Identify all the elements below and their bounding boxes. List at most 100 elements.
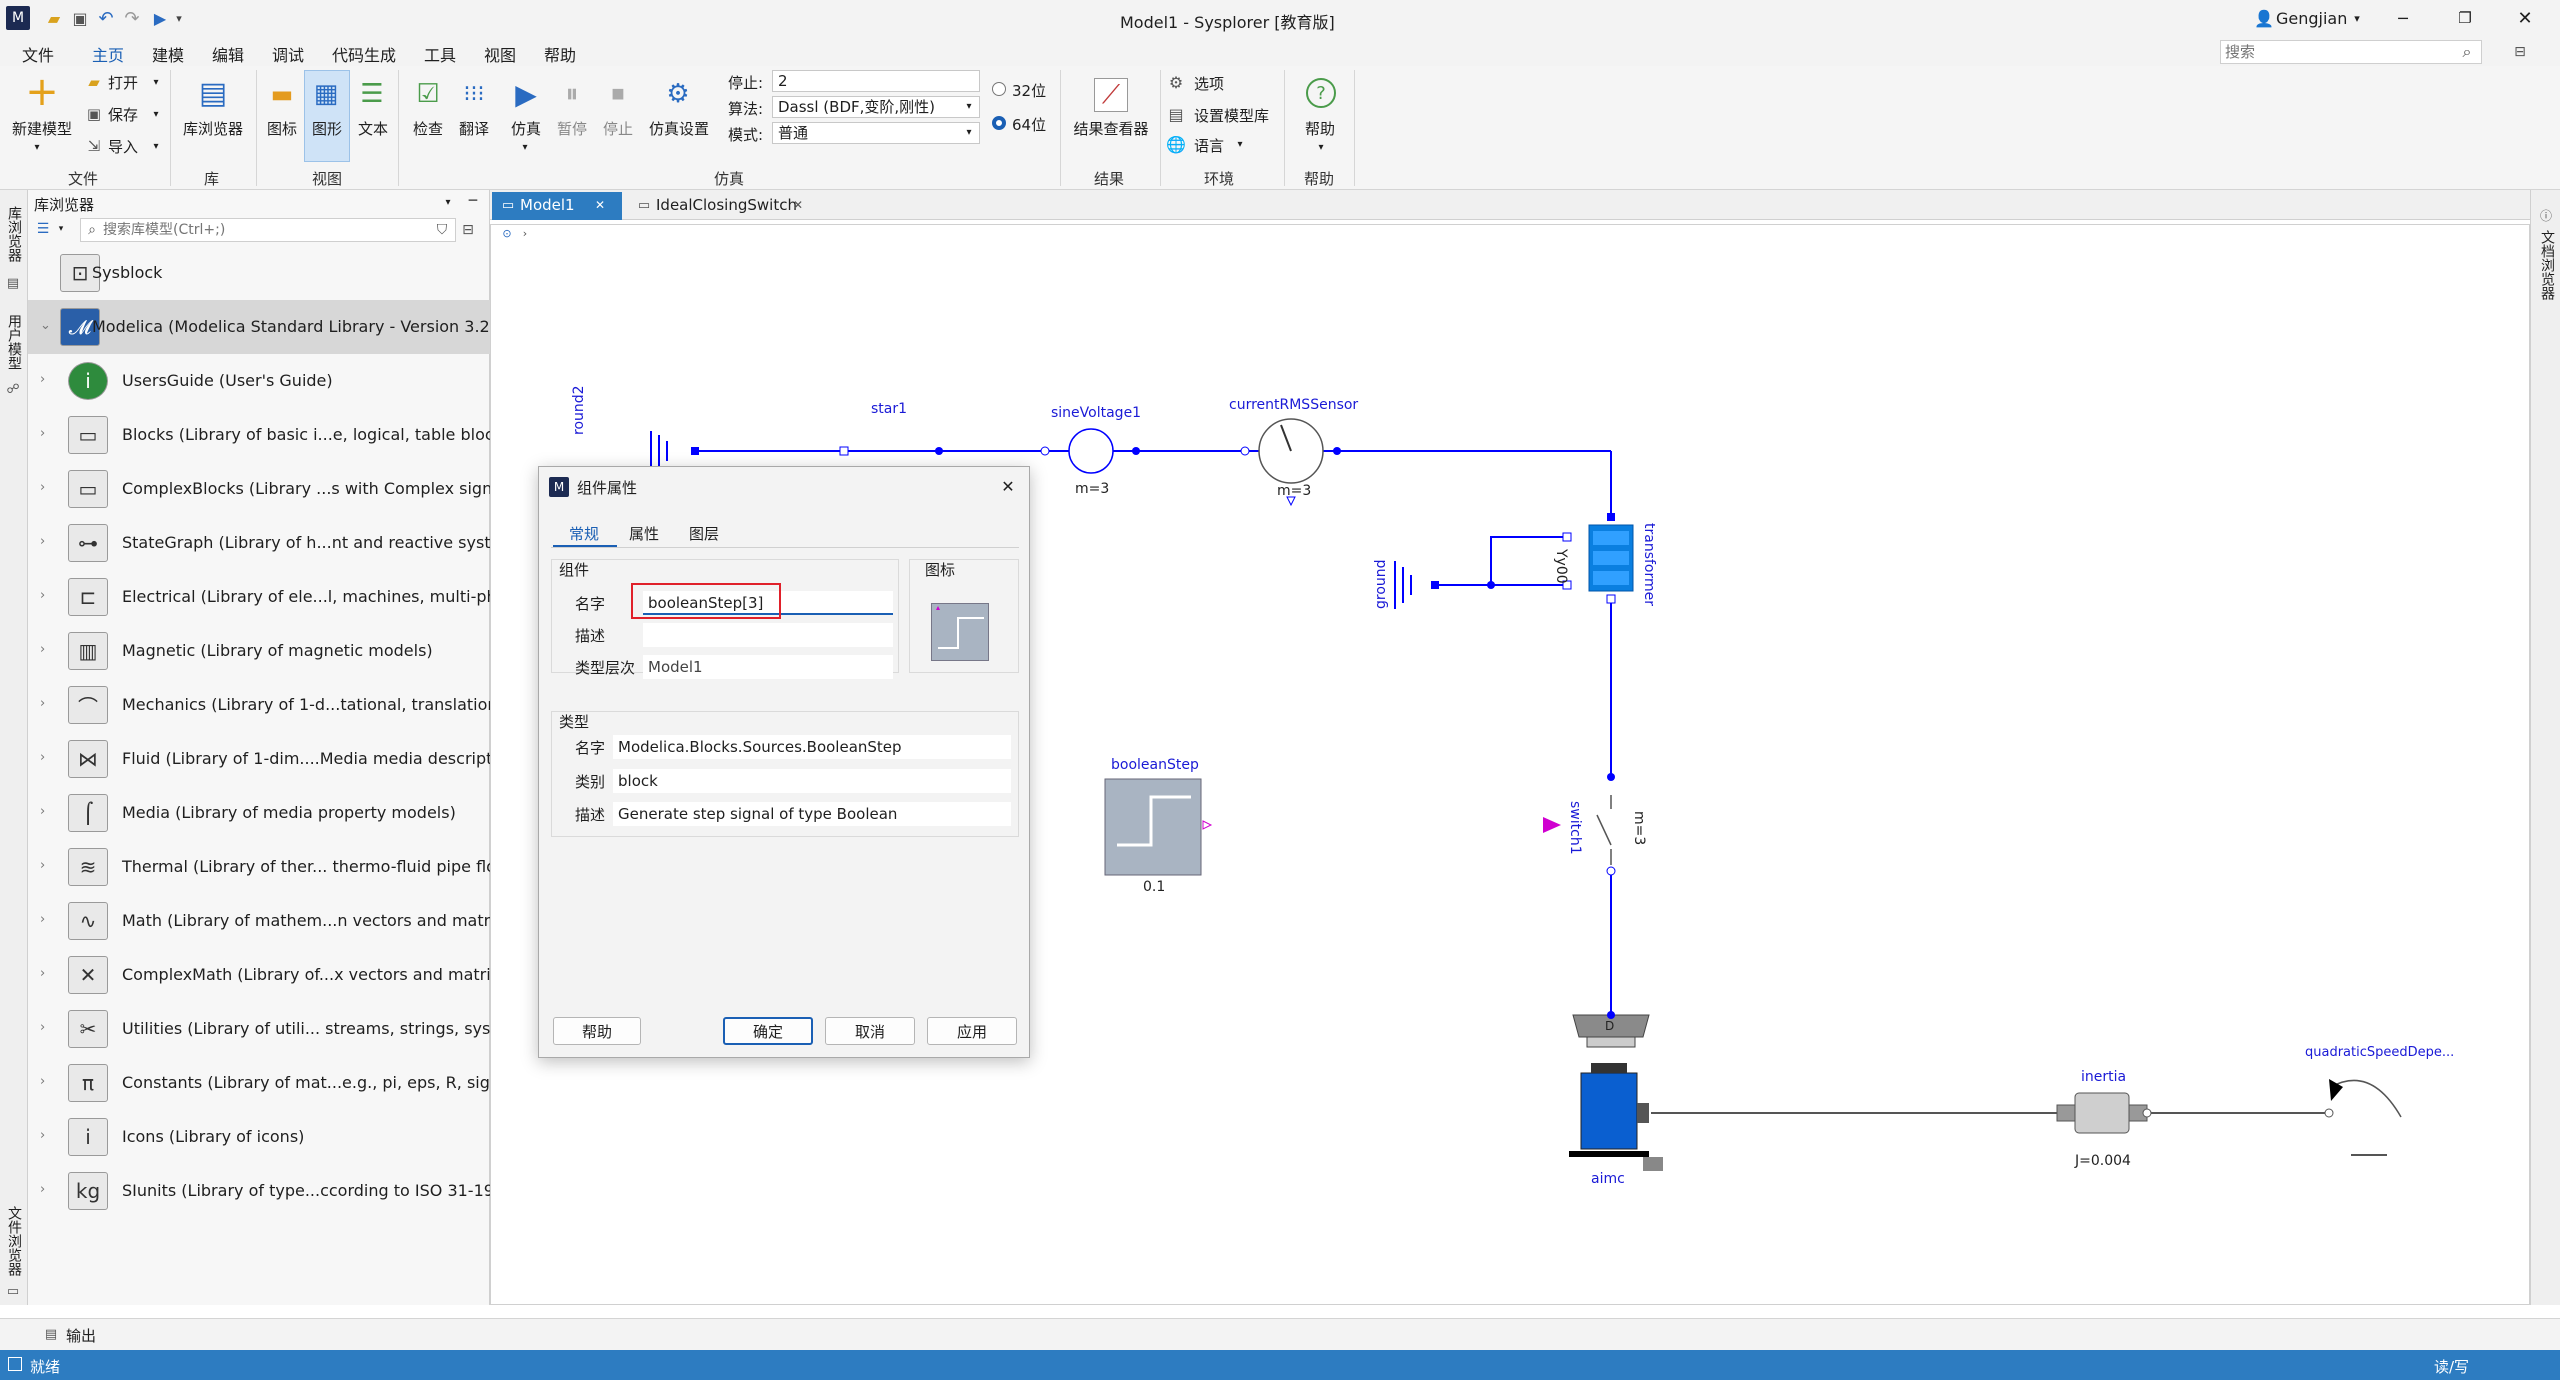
- user-name[interactable]: Gengjian: [2276, 9, 2347, 28]
- menu-codegen[interactable]: 代码生成: [332, 42, 396, 66]
- expand-right-icon[interactable]: ›: [40, 588, 45, 603]
- library-item[interactable]: › ⊏ Electrical (Library of ele...l, machin…: [28, 570, 537, 624]
- save-icon[interactable]: ▣: [70, 8, 90, 28]
- translate-button[interactable]: 翻译: [456, 118, 492, 139]
- library-item[interactable]: › ✕ ComplexMath (Library of...x vectors an…: [28, 948, 524, 1002]
- ribbon-collapse-icon[interactable]: ⊟: [2508, 40, 2532, 64]
- expand-right-icon[interactable]: ›: [40, 426, 45, 441]
- panel-menu-icon[interactable]: ▾: [440, 194, 456, 210]
- dialog-cancel-button[interactable]: 取消: [825, 1017, 915, 1045]
- algorithm-select[interactable]: Dassl (BDF,变阶,刚性) ▾: [772, 96, 980, 118]
- save-button[interactable]: 保存: [108, 104, 138, 125]
- library-search-box[interactable]: ⌕: [80, 218, 456, 242]
- play-icon[interactable]: ▶: [150, 8, 170, 28]
- expand-right-icon[interactable]: ›: [40, 696, 45, 711]
- library-item[interactable]: › ⌠ Media (Library of media property model…: [28, 786, 490, 840]
- dock-user-model[interactable]: 用户模型: [4, 314, 24, 370]
- user-dropdown-icon[interactable]: ▾: [2350, 8, 2364, 28]
- menu-help[interactable]: 帮助: [544, 42, 576, 66]
- simulate-dropdown-icon[interactable]: ▾: [518, 140, 532, 154]
- dock-doc-browser[interactable]: 文档浏览器: [2537, 230, 2557, 300]
- expand-right-icon[interactable]: ›: [40, 912, 45, 927]
- filter-icon[interactable]: ⛉: [432, 220, 452, 240]
- expand-down-icon[interactable]: ⌄: [40, 318, 51, 333]
- expand-right-icon[interactable]: ›: [40, 1128, 45, 1143]
- simulate-icon[interactable]: ▶: [510, 78, 542, 111]
- library-item[interactable]: › i UsersGuide (User's Guide): [28, 354, 490, 408]
- expand-right-icon[interactable]: ›: [40, 480, 45, 495]
- redo-icon[interactable]: ↷: [122, 8, 142, 29]
- language-icon[interactable]: 🌐: [1166, 134, 1186, 154]
- dialog-tab-attributes[interactable]: 属性: [629, 523, 659, 544]
- expand-right-icon[interactable]: ›: [40, 966, 45, 981]
- dock-library-browser[interactable]: 库浏览器: [4, 206, 24, 262]
- dock-file-browser[interactable]: 文件浏览器: [4, 1206, 24, 1276]
- library-search-input[interactable]: [103, 220, 443, 240]
- text-view-icon[interactable]: ☰: [356, 78, 388, 110]
- library-item[interactable]: › ▭ ComplexBlocks (Library ...s with Compl…: [28, 462, 521, 516]
- options-button[interactable]: 选项: [1194, 73, 1224, 94]
- import-dropdown-icon[interactable]: ▾: [150, 138, 162, 154]
- panel-minimize-icon[interactable]: ─: [464, 192, 482, 210]
- library-browser-icon[interactable]: ▤: [196, 76, 230, 111]
- tab-close-icon[interactable]: ✕: [790, 197, 806, 213]
- language-button[interactable]: 语言: [1194, 135, 1224, 156]
- expand-right-icon[interactable]: ›: [40, 534, 45, 549]
- menu-edit[interactable]: 编辑: [212, 42, 244, 66]
- info-icon[interactable]: ⓘ: [2537, 206, 2555, 224]
- dialog-help-button[interactable]: 帮助: [553, 1017, 641, 1045]
- quick-access-dropdown-icon[interactable]: ▾: [172, 8, 186, 28]
- icon-view-icon[interactable]: ▬: [266, 78, 298, 110]
- expand-right-icon[interactable]: ›: [40, 642, 45, 657]
- stop-time-input[interactable]: 2: [772, 70, 980, 92]
- dialog-tab-general[interactable]: 常规: [569, 523, 599, 544]
- close-icon[interactable]: ✕: [2510, 4, 2540, 32]
- expand-right-icon[interactable]: ›: [40, 1182, 45, 1197]
- sim-settings-button[interactable]: 仿真设置: [646, 118, 712, 139]
- new-model-icon[interactable]: +: [24, 69, 60, 115]
- expand-right-icon[interactable]: ›: [40, 1020, 45, 1035]
- dialog-close-icon[interactable]: ✕: [995, 473, 1021, 499]
- text-view-button[interactable]: 文本: [356, 118, 390, 139]
- library-item[interactable]: › ≋ Thermal (Library of ther... thermo-flu…: [28, 840, 515, 894]
- open-dropdown-icon[interactable]: ▾: [150, 74, 162, 90]
- library-item[interactable]: ⌄ 𝓜 Modelica (Modelica Standard Library - …: [28, 300, 511, 354]
- help-icon[interactable]: ?: [1306, 78, 1336, 108]
- folder-open-icon[interactable]: ▰: [44, 8, 64, 28]
- library-dock-icon[interactable]: ▤: [4, 274, 22, 292]
- menu-debug[interactable]: 调试: [272, 42, 304, 66]
- options-icon[interactable]: ⚙: [1166, 72, 1186, 92]
- check-button[interactable]: 检查: [410, 118, 446, 139]
- library-item[interactable]: › ▥ Magnetic (Library of magnetic models): [28, 624, 490, 678]
- tab-close-icon[interactable]: ✕: [592, 197, 608, 213]
- expand-right-icon[interactable]: ›: [40, 372, 45, 387]
- import-icon[interactable]: ⇲: [84, 136, 104, 156]
- menu-modeling[interactable]: 建模: [152, 42, 184, 66]
- library-item[interactable]: › ✂ Utilities (Library of utili... streams…: [28, 1002, 535, 1056]
- expand-right-icon[interactable]: ›: [40, 804, 45, 819]
- library-item[interactable]: › i Icons (Library of icons): [28, 1110, 490, 1164]
- result-viewer-icon[interactable]: ⟋: [1094, 78, 1128, 112]
- help-button[interactable]: 帮助: [1300, 118, 1340, 139]
- restore-icon[interactable]: ❐: [2450, 4, 2480, 32]
- library-item[interactable]: › π Constants (Library of mat...e.g., pi, …: [28, 1056, 528, 1110]
- output-icon[interactable]: ▤: [42, 1325, 60, 1343]
- translate-icon[interactable]: ⁝⁝⁝: [458, 78, 490, 110]
- library-item[interactable]: › ∿ Math (Library of mathem...n vectors an…: [28, 894, 528, 948]
- save-dropdown-icon[interactable]: ▾: [150, 106, 162, 122]
- tab-idealclosingswitch[interactable]: ▭ IdealClosingSwitch ✕: [630, 192, 810, 220]
- tab-model1[interactable]: ▭ Model1 ✕: [492, 192, 622, 220]
- library-item[interactable]: › ⋈ Fluid (Library of 1-dim....Media media…: [28, 732, 523, 786]
- radio-64bit[interactable]: [992, 116, 1006, 130]
- save-ribbon-icon[interactable]: ▣: [84, 104, 104, 124]
- collapse-all-icon[interactable]: ⊟: [458, 220, 478, 240]
- library-item[interactable]: › ⊶ StateGraph (Library of h...nt and reac…: [28, 516, 531, 570]
- menu-view[interactable]: 视图: [484, 42, 516, 66]
- menu-tools[interactable]: 工具: [424, 42, 456, 66]
- output-tab[interactable]: 输出: [66, 1325, 96, 1346]
- library-item[interactable]: › ▭ Blocks (Library of basic i...e, logica…: [28, 408, 524, 462]
- dialog-ok-button[interactable]: 确定: [723, 1017, 813, 1045]
- expand-right-icon[interactable]: ›: [40, 1074, 45, 1089]
- diagram-view-icon[interactable]: ▦: [310, 78, 342, 110]
- diagram-view-button[interactable]: 图形: [310, 118, 344, 139]
